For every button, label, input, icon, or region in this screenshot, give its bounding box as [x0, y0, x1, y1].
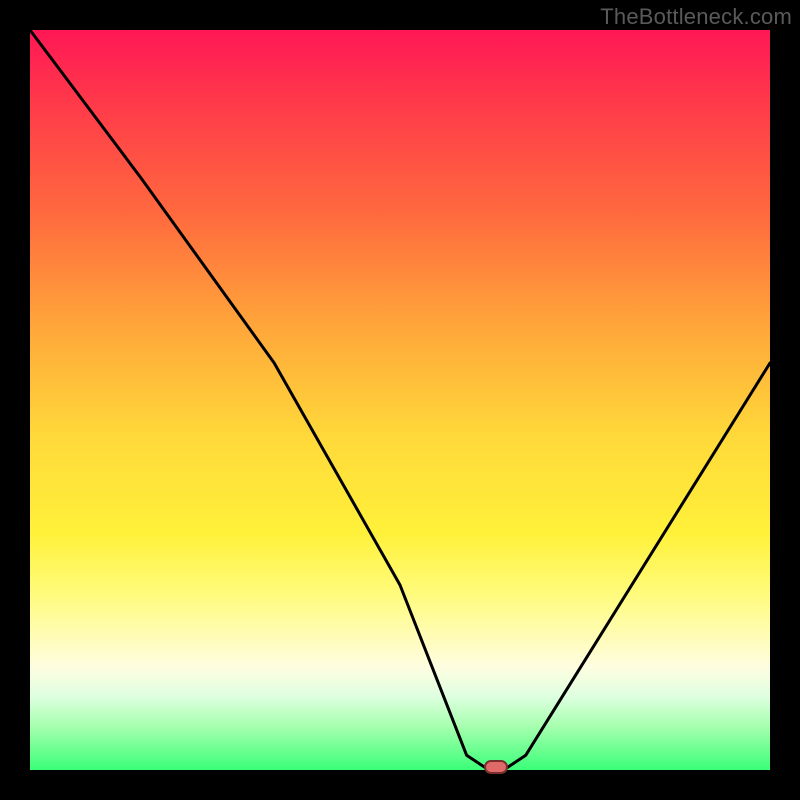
result-marker — [484, 760, 508, 774]
watermark-text: TheBottleneck.com — [600, 4, 792, 30]
bottleneck-curve-path — [30, 30, 770, 770]
chart-frame: TheBottleneck.com — [0, 0, 800, 800]
plot-area — [30, 30, 770, 770]
curve-layer — [30, 30, 770, 770]
